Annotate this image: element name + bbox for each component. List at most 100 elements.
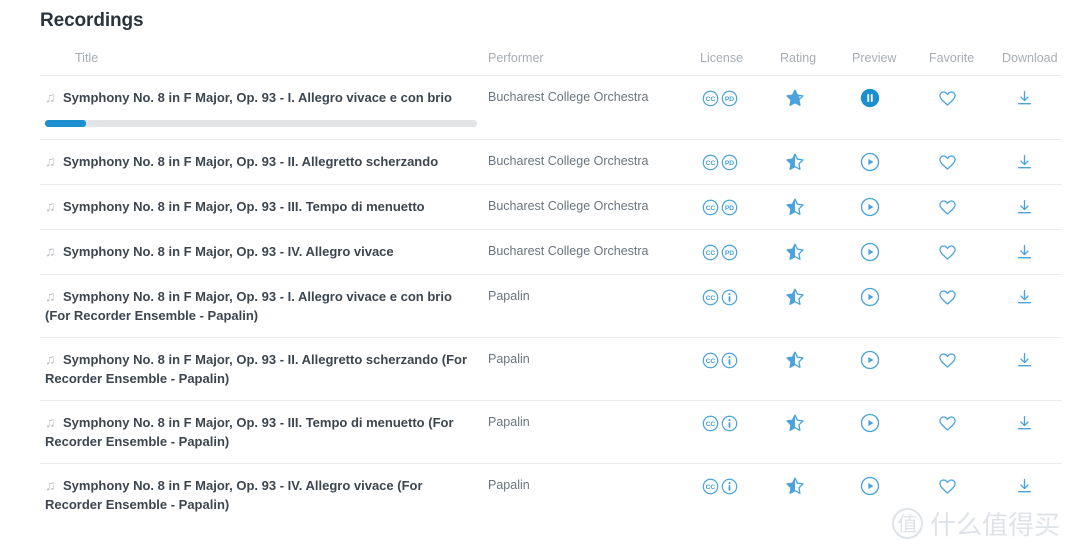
recording-title[interactable]: ♫ Symphony No. 8 in F Major, Op. 93 - IV.… (45, 476, 475, 514)
table-row[interactable]: ♫ Symphony No. 8 in F Major, Op. 93 - IV.… (40, 230, 1062, 275)
license-cell: CC (702, 411, 766, 435)
play-icon[interactable] (860, 348, 890, 372)
license-badge-pd[interactable]: PD (721, 90, 738, 107)
playback-progress-fill (45, 120, 87, 127)
recording-title[interactable]: ♫ Symphony No. 8 in F Major, Op. 93 - III… (45, 197, 475, 216)
play-icon[interactable] (860, 195, 890, 219)
heart-icon[interactable] (938, 474, 968, 498)
watermark-mark: 值 (891, 508, 923, 539)
table-row[interactable]: ♫ Symphony No. 8 in F Major, Op. 93 - II.… (40, 338, 1062, 401)
heart-icon[interactable] (938, 411, 968, 435)
license-cell: CC PD (702, 86, 766, 110)
svg-text:PD: PD (725, 160, 734, 167)
recording-performer[interactable]: Papalin (488, 413, 688, 432)
recording-title[interactable]: ♫ Symphony No. 8 in F Major, Op. 93 - I. … (45, 287, 475, 325)
heart-icon[interactable] (938, 240, 968, 264)
download-icon[interactable] (1015, 411, 1045, 435)
music-note-icon: ♫ (45, 153, 56, 169)
recording-title[interactable]: ♫ Symphony No. 8 in F Major, Op. 93 - III… (45, 413, 475, 451)
svg-text:PD: PD (725, 96, 734, 103)
heart-icon[interactable] (938, 150, 968, 174)
download-icon[interactable] (1015, 86, 1045, 110)
playback-progress-bar[interactable] (45, 120, 477, 127)
license-badge-cc[interactable]: CC (702, 244, 719, 261)
svg-text:PD: PD (725, 205, 734, 212)
download-icon[interactable] (1015, 285, 1045, 309)
license-badge-cc[interactable]: CC (702, 154, 719, 171)
recording-title-text: Symphony No. 8 in F Major, Op. 93 - I. A… (45, 289, 452, 323)
recording-title-text: Symphony No. 8 in F Major, Op. 93 - I. A… (63, 90, 452, 105)
heart-icon[interactable] (938, 348, 968, 372)
license-badge-cc[interactable]: CC (702, 352, 719, 369)
play-icon[interactable] (860, 474, 890, 498)
download-icon[interactable] (1015, 348, 1045, 372)
svg-text:CC: CC (706, 484, 716, 491)
table-row[interactable]: ♫ Symphony No. 8 in F Major, Op. 93 - II.… (40, 140, 1062, 185)
rating-star-icon[interactable] (785, 150, 815, 174)
music-note-icon: ♫ (45, 198, 56, 214)
recording-performer[interactable]: Bucharest College Orchestra (488, 197, 688, 216)
recording-title-text: Symphony No. 8 in F Major, Op. 93 - IV. … (45, 478, 423, 512)
rating-star-icon[interactable] (785, 474, 815, 498)
recording-performer[interactable]: Papalin (488, 476, 688, 495)
recording-performer[interactable]: Papalin (488, 287, 688, 306)
license-badge-cc[interactable]: CC (702, 90, 719, 107)
license-badge-by[interactable] (721, 289, 738, 306)
table-row[interactable]: ♫ Symphony No. 8 in F Major, Op. 93 - I. … (40, 275, 1062, 338)
license-badge-cc[interactable]: CC (702, 289, 719, 306)
license-cell: CC PD (702, 240, 766, 264)
table-body: ♫ Symphony No. 8 in F Major, Op. 93 - I. … (40, 76, 1062, 527)
recording-performer[interactable]: Bucharest College Orchestra (488, 88, 688, 107)
license-cell: CC (702, 348, 766, 372)
svg-text:CC: CC (706, 358, 716, 365)
license-badge-by[interactable] (721, 478, 738, 495)
rating-star-icon[interactable] (785, 195, 815, 219)
svg-text:CC: CC (706, 205, 716, 212)
license-badge-pd[interactable]: PD (721, 244, 738, 261)
music-note-icon: ♫ (45, 288, 56, 304)
rating-star-icon[interactable] (785, 348, 815, 372)
column-header-title: Title (75, 51, 99, 65)
recording-title[interactable]: ♫ Symphony No. 8 in F Major, Op. 93 - II.… (45, 152, 475, 171)
rating-star-icon[interactable] (785, 411, 815, 435)
license-badge-pd[interactable]: PD (721, 154, 738, 171)
svg-text:PD: PD (725, 250, 734, 257)
recordings-table: Title Performer License Rating Preview F… (40, 44, 1062, 527)
play-icon[interactable] (860, 411, 890, 435)
rating-star-icon[interactable] (785, 86, 815, 110)
heart-icon[interactable] (938, 86, 968, 110)
recording-title[interactable]: ♫ Symphony No. 8 in F Major, Op. 93 - II.… (45, 350, 475, 388)
license-cell: CC PD (702, 150, 766, 174)
download-icon[interactable] (1015, 240, 1045, 264)
rating-star-icon[interactable] (785, 240, 815, 264)
page-title: Recordings (40, 10, 144, 31)
play-icon[interactable] (860, 240, 890, 264)
license-badge-cc[interactable]: CC (702, 199, 719, 216)
heart-icon[interactable] (938, 285, 968, 309)
rating-star-icon[interactable] (785, 285, 815, 309)
license-badge-cc[interactable]: CC (702, 478, 719, 495)
play-icon[interactable] (860, 285, 890, 309)
table-row[interactable]: ♫ Symphony No. 8 in F Major, Op. 93 - III… (40, 185, 1062, 230)
download-icon[interactable] (1015, 150, 1045, 174)
recording-performer[interactable]: Bucharest College Orchestra (488, 242, 688, 261)
recording-title[interactable]: ♫ Symphony No. 8 in F Major, Op. 93 - IV.… (45, 242, 475, 261)
heart-icon[interactable] (938, 195, 968, 219)
license-badge-cc[interactable]: CC (702, 415, 719, 432)
recording-performer[interactable]: Papalin (488, 350, 688, 369)
music-note-icon: ♫ (45, 477, 56, 493)
watermark-text: 什么值得买 (929, 511, 1060, 541)
svg-text:CC: CC (706, 295, 716, 302)
download-icon[interactable] (1015, 474, 1045, 498)
table-row[interactable]: ♫ Symphony No. 8 in F Major, Op. 93 - I. … (40, 76, 1062, 140)
license-badge-by[interactable] (721, 352, 738, 369)
table-row[interactable]: ♫ Symphony No. 8 in F Major, Op. 93 - III… (40, 401, 1062, 464)
watermark: 值 什么值得买 (891, 505, 1060, 542)
pause-icon[interactable] (860, 86, 890, 110)
download-icon[interactable] (1015, 195, 1045, 219)
license-badge-pd[interactable]: PD (721, 199, 738, 216)
license-badge-by[interactable] (721, 415, 738, 432)
recording-performer[interactable]: Bucharest College Orchestra (488, 152, 688, 171)
recording-title[interactable]: ♫ Symphony No. 8 in F Major, Op. 93 - I. … (45, 88, 475, 107)
play-icon[interactable] (860, 150, 890, 174)
